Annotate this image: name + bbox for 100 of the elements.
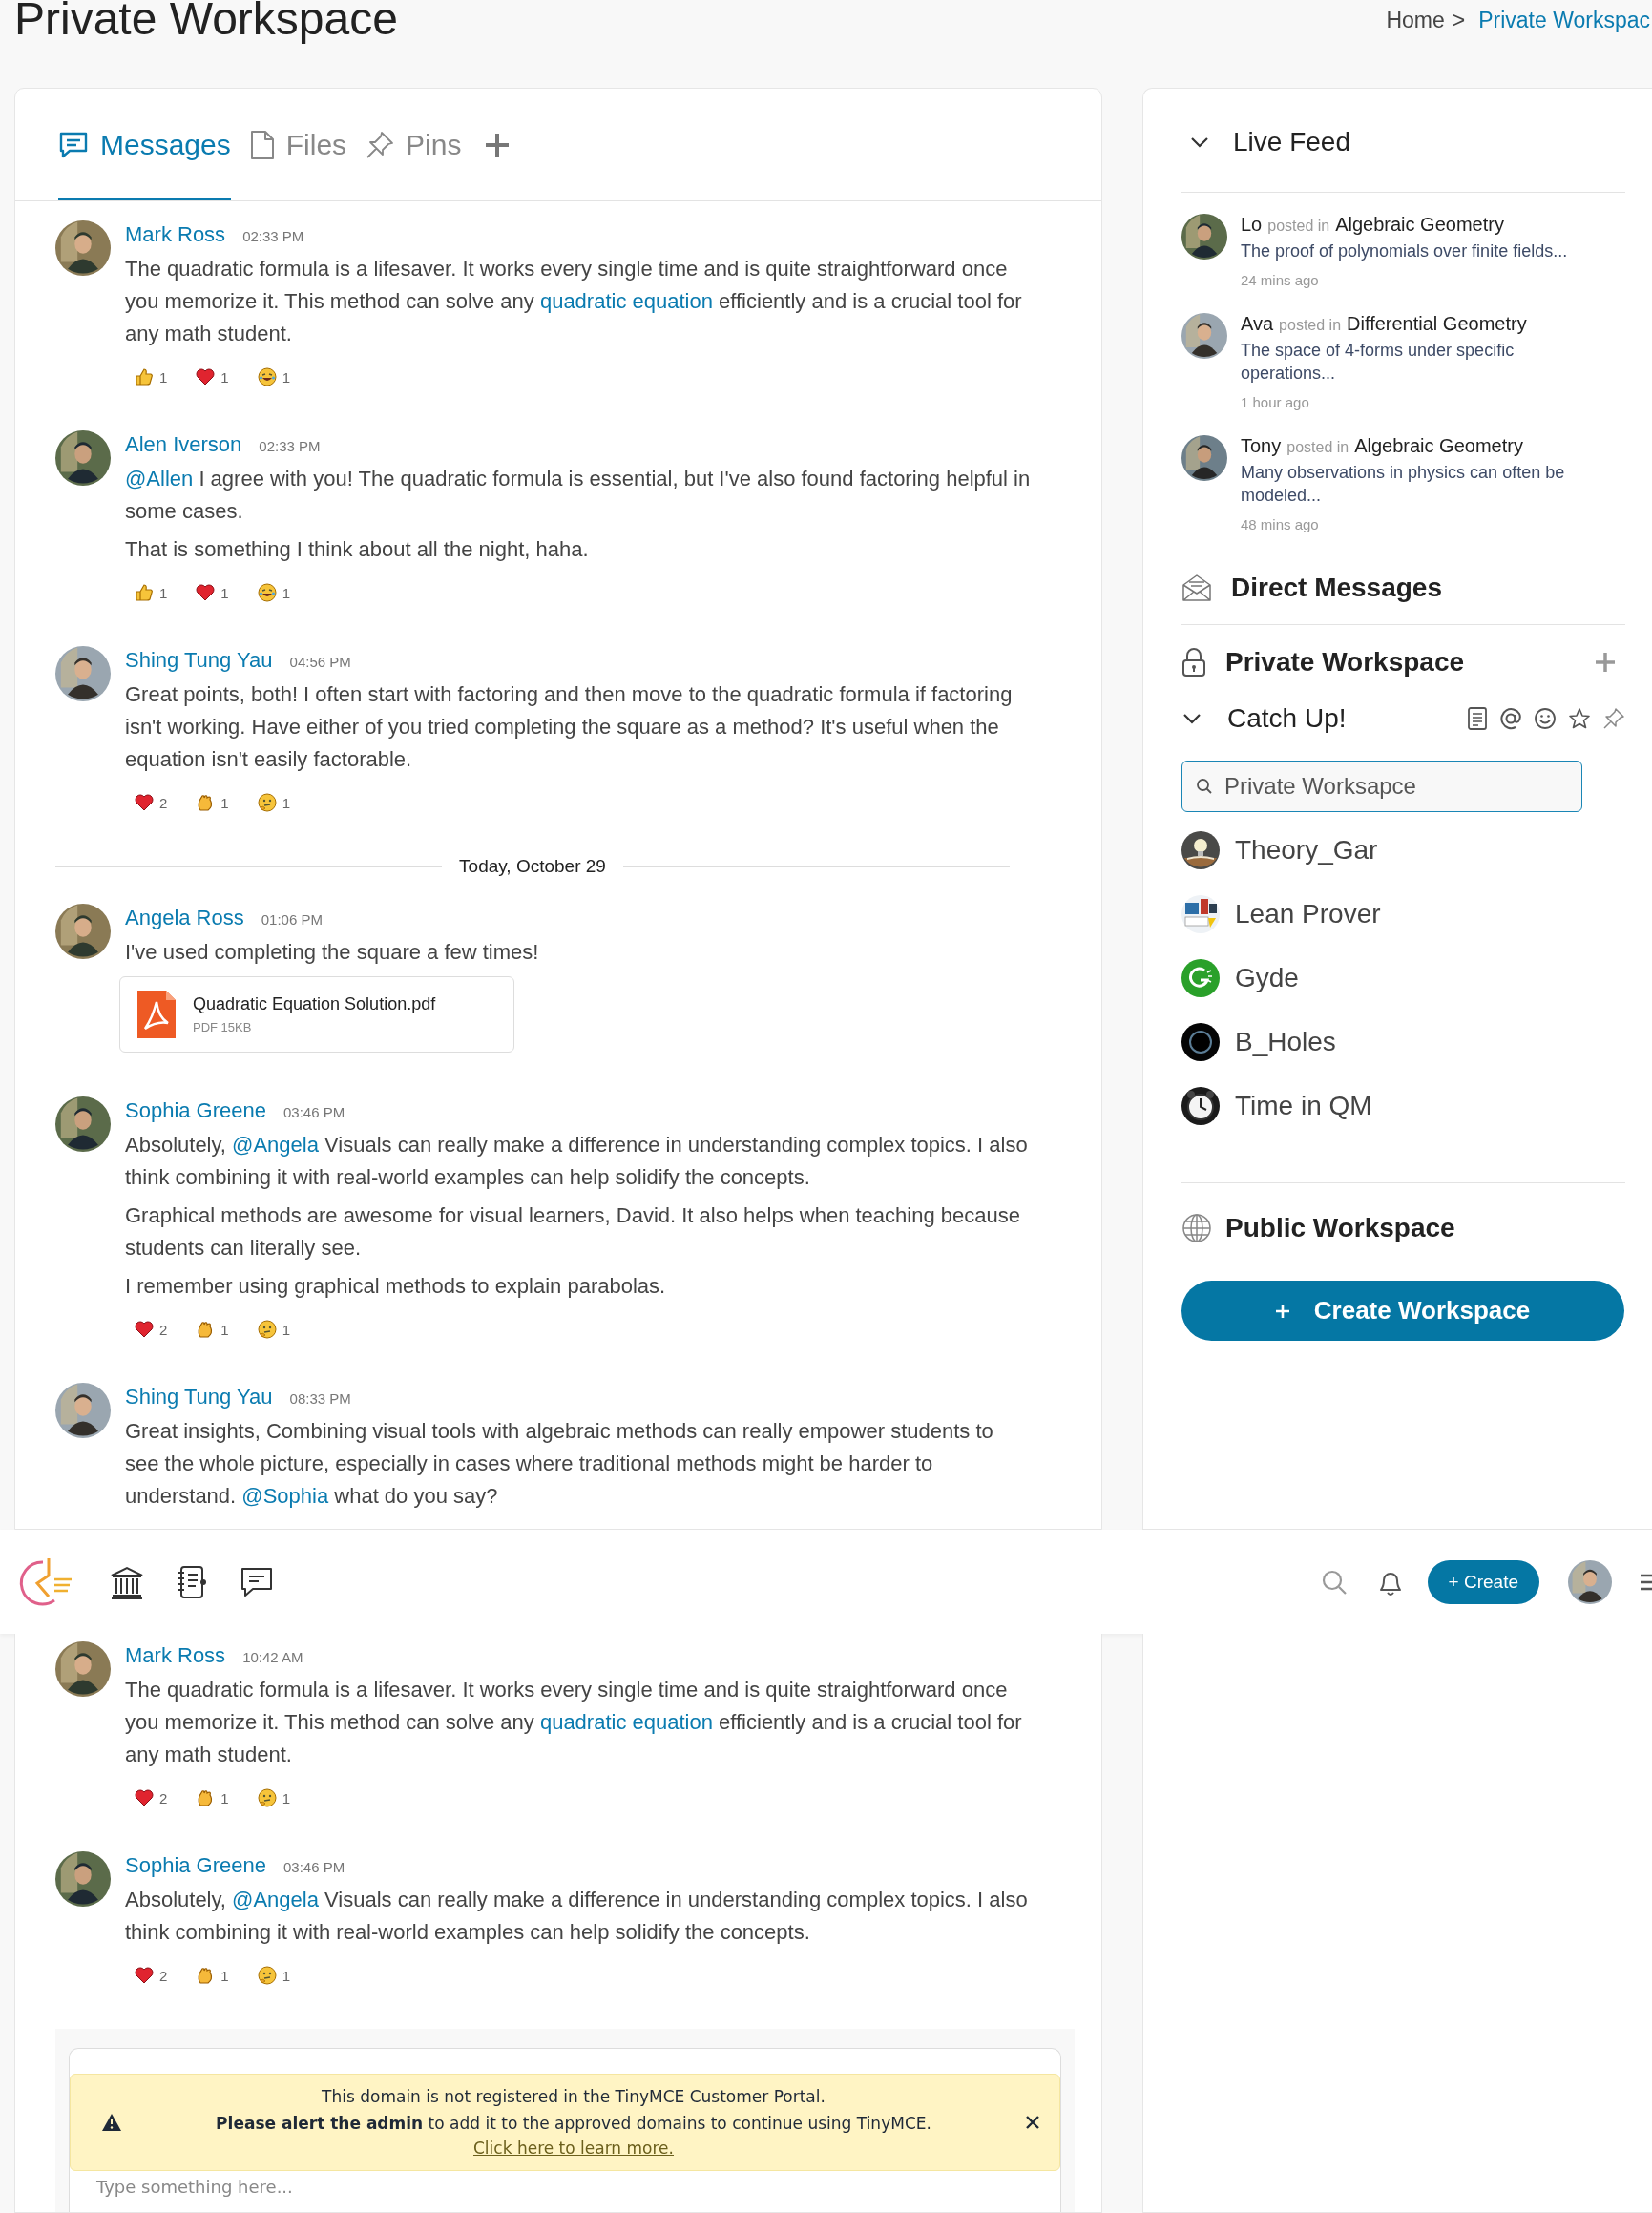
author-name[interactable]: Sophia Greene: [125, 1853, 266, 1878]
breadcrumb-link[interactable]: Private Workspac: [1478, 8, 1650, 33]
at-sign-icon[interactable]: [1499, 707, 1522, 730]
message-text: I've used completing the square a few times!: [125, 939, 540, 966]
close-icon[interactable]: [1025, 2115, 1040, 2130]
reaction-chip[interactable]: 2: [135, 793, 168, 812]
reaction-chip[interactable]: 1: [196, 1966, 229, 1985]
thinking-face-icon: [257, 1966, 277, 1985]
editor-placeholder: Type something here...: [95, 2176, 294, 2197]
laughing-face-icon: [257, 367, 277, 386]
pdf-file-icon: [136, 989, 178, 1040]
author-name[interactable]: Mark Ross: [125, 1643, 226, 1668]
tab[interactable]: Pins: [366, 89, 462, 200]
reaction-chip[interactable]: 1: [257, 1320, 291, 1339]
search-icon[interactable]: [1320, 1568, 1348, 1596]
reaction-chip[interactable]: 1: [196, 1788, 229, 1807]
post-excerpt[interactable]: The space of 4-forms under specific operations...: [1241, 339, 1613, 385]
heart-icon: [135, 794, 154, 811]
reaction-chip[interactable]: 1: [257, 1788, 291, 1807]
file-size: PDF 15KB: [193, 1020, 253, 1034]
file-attachment[interactable]: Quadratic Equation Solution.pdf PDF 15KB: [119, 976, 514, 1053]
add-icon[interactable]: [1595, 652, 1616, 673]
page-title: Private Workspace: [14, 0, 398, 45]
section-title[interactable]: Direct Messages: [1231, 573, 1442, 603]
post-author[interactable]: Tony: [1241, 435, 1282, 457]
chat-icon[interactable]: [240, 1565, 274, 1598]
reaction-chip[interactable]: 1: [196, 367, 229, 386]
learn-more-link[interactable]: Click here to learn more.: [473, 2139, 674, 2158]
heart-icon: [135, 1321, 154, 1338]
workspace-item[interactable]: B_Holes: [1235, 1027, 1336, 1057]
section-title[interactable]: Live Feed: [1233, 127, 1350, 157]
message-editor[interactable]: This domain is not registered in the TinyMCE Customer Portal. Please alert the admin to add it to the approved domains to continue using TinyMCE. Click here to learn more. Type something here...: [69, 2048, 1061, 2212]
reaction-chip[interactable]: 1: [135, 583, 168, 602]
reaction-chip[interactable]: 1: [135, 367, 168, 386]
mention-link[interactable]: @Sophia: [241, 1484, 329, 1508]
post-author[interactable]: Lo: [1241, 214, 1263, 236]
author-name[interactable]: Mark Ross: [125, 222, 226, 247]
reaction-chip[interactable]: 1: [196, 1320, 229, 1339]
channel-link[interactable]: Algebraic Geometry: [1354, 435, 1523, 457]
add-icon[interactable]: [484, 131, 512, 158]
breadcrumb-link[interactable]: Home: [1386, 8, 1445, 33]
tab[interactable]: Files: [249, 89, 347, 200]
post-author[interactable]: Ava: [1241, 313, 1274, 335]
section-title[interactable]: Private Workspace: [1225, 647, 1465, 678]
author-name[interactable]: Angela Ross: [125, 906, 244, 930]
search-field[interactable]: Private Worksapce: [1181, 761, 1582, 812]
message-text: That is something I think about all the night, haha.: [125, 536, 590, 563]
smiley-icon[interactable]: [1534, 707, 1557, 730]
post-verb: posted in: [1267, 218, 1330, 235]
star-icon[interactable]: [1568, 707, 1591, 730]
mention-link[interactable]: @Angela: [232, 1888, 319, 1911]
plus-icon: [1275, 1304, 1289, 1318]
reaction-chip[interactable]: 2: [135, 1788, 168, 1807]
notebook-icon[interactable]: [177, 1564, 207, 1599]
author-name[interactable]: Shing Tung Yau: [125, 648, 273, 673]
post-excerpt[interactable]: The proof of polynomials over finite fields...: [1241, 240, 1613, 262]
thinking-face-icon: [257, 793, 277, 812]
reaction-chip[interactable]: 2: [135, 1320, 168, 1339]
bank-building-icon[interactable]: [110, 1564, 144, 1599]
reaction-chip[interactable]: 1: [257, 367, 291, 386]
document-icon[interactable]: [1467, 707, 1488, 730]
mention-link[interactable]: quadratic equation: [539, 1710, 713, 1734]
post-excerpt[interactable]: Many observations in physics can often be modeled...: [1241, 461, 1613, 507]
message-time: 03:46 PM: [283, 1859, 345, 1875]
breadcrumb-separator: >: [1452, 8, 1466, 33]
reaction-chip[interactable]: 1: [196, 793, 229, 812]
post-verb: posted in: [1279, 317, 1342, 334]
message-time: 03:46 PM: [283, 1104, 345, 1120]
lock-icon: [1181, 647, 1206, 678]
mention-link[interactable]: quadratic equation: [539, 289, 713, 313]
workspace-item[interactable]: Lean Prover: [1235, 899, 1381, 929]
thumbs-up-icon: [135, 583, 154, 602]
thumbs-up-icon: [135, 367, 154, 386]
author-name[interactable]: Sophia Greene: [125, 1098, 266, 1123]
create-button[interactable]: + Create: [1427, 1559, 1539, 1604]
reaction-chip[interactable]: 1: [196, 583, 229, 602]
pin-icon[interactable]: [1602, 707, 1625, 730]
message-text: Great insights, Combining visual tools with algebraic methods can really empower students to see the whole picture, especially in cases where traditional methods might be harder to understand. @Sophia what do you say?: [125, 1418, 994, 1510]
workspace-item[interactable]: Time in QM: [1235, 1091, 1372, 1121]
reaction-chip[interactable]: 1: [257, 583, 291, 602]
author-name[interactable]: Shing Tung Yau: [125, 1385, 273, 1409]
thinking-face-icon: [257, 1788, 277, 1807]
reaction-chip[interactable]: 2: [135, 1966, 168, 1985]
message-time: 02:33 PM: [259, 438, 321, 454]
mention-link[interactable]: @Angela: [232, 1133, 319, 1157]
reaction-chip[interactable]: 1: [257, 1966, 291, 1985]
reaction-chip[interactable]: 1: [257, 793, 291, 812]
workspace-item[interactable]: Theory_Gar: [1235, 835, 1378, 866]
create-workspace-button[interactable]: Create Workspace: [1181, 1281, 1624, 1341]
warning-text: Please alert the admin to add it to the approved domains to continue using TinyMCE. Click here to learn more.: [215, 2113, 932, 2160]
section-title[interactable]: Catch Up!: [1227, 703, 1347, 734]
mention-link[interactable]: @Allen: [125, 467, 194, 491]
tab[interactable]: Messages: [58, 89, 231, 200]
channel-link[interactable]: Algebraic Geometry: [1335, 214, 1504, 236]
message-text: @Allen I agree with you! The quadratic formula is essential, but I've also found factoring helpful in some cases.: [125, 466, 1032, 525]
channel-link[interactable]: Differential Geometry: [1347, 313, 1527, 335]
thinking-face-icon: [257, 1320, 277, 1339]
section-title[interactable]: Public Workspace: [1225, 1213, 1455, 1243]
workspace-item[interactable]: Gyde: [1235, 963, 1299, 993]
author-name[interactable]: Alen Iverson: [125, 432, 242, 457]
